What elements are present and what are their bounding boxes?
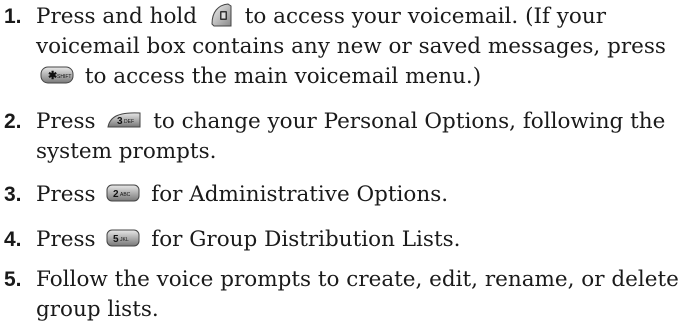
- 2-abc-key-icon: 2 ABC: [106, 184, 140, 202]
- step-text-part: Press: [36, 182, 96, 207]
- step-number: 1.: [4, 5, 22, 28]
- star-shift-key-icon: ✱ SHIFT: [40, 66, 74, 84]
- voicemail-key-icon: [208, 2, 234, 28]
- svg-text:DEF: DEF: [124, 119, 134, 125]
- svg-text:5: 5: [113, 234, 119, 245]
- step-text: Press 5 JKL for Group Distribution Lists…: [36, 225, 681, 255]
- svg-text:✱: ✱: [48, 70, 57, 82]
- svg-text:ABC: ABC: [120, 192, 131, 198]
- step-text: Press 3 DEF to change your Personal Opti…: [36, 107, 681, 167]
- step-text-part: Press and hold: [36, 4, 198, 29]
- step-text-part: Press: [36, 109, 96, 134]
- step-text-part: for Administrative Options.: [151, 182, 449, 207]
- step-number: 5.: [4, 268, 22, 291]
- svg-text:JKL: JKL: [120, 237, 129, 243]
- svg-text:3: 3: [117, 116, 123, 127]
- step-text-part: Press: [36, 227, 96, 252]
- step-text: Press 2 ABC for Administrative Options.: [36, 180, 681, 210]
- step-text-part: for Group Distribution Lists.: [151, 227, 461, 252]
- step-text: Follow the voice prompts to create, edit…: [36, 265, 681, 325]
- step-text: Press and hold to access your voicemail.…: [36, 2, 681, 92]
- step-text-part: to access the main voicemail menu.): [84, 64, 482, 89]
- step-number: 3.: [4, 183, 22, 206]
- step-text-part: Follow the voice prompts to create, edit…: [36, 267, 679, 322]
- 5-jkl-key-icon: 5 JKL: [106, 229, 140, 247]
- 3-def-key-icon: 3 DEF: [106, 111, 142, 129]
- step-number: 2.: [4, 110, 22, 133]
- svg-text:2: 2: [113, 189, 119, 200]
- key-label: SHIFT: [57, 74, 71, 80]
- step-number: 4.: [4, 228, 22, 251]
